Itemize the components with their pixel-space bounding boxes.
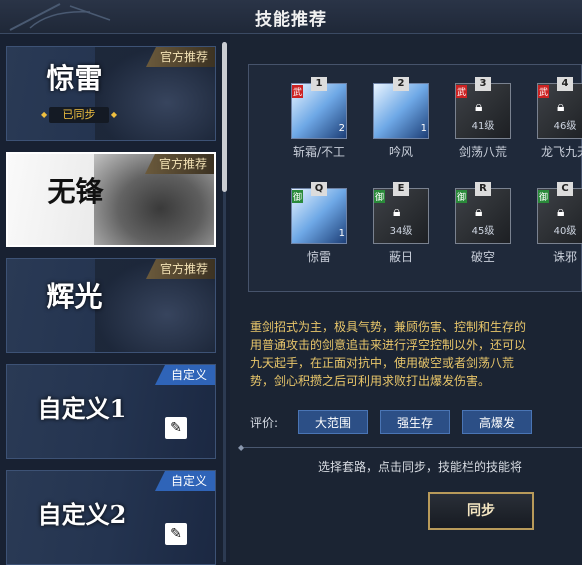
rating-label: 评价:	[250, 416, 279, 430]
custom-badge: 自定义	[154, 365, 215, 385]
skill-type-tag: 御	[292, 190, 304, 203]
routine-card-huiguang[interactable]: 官方推荐 辉光	[6, 258, 216, 353]
hotkey-label: E	[393, 182, 409, 196]
skill-name: 吟风	[388, 145, 413, 159]
sync-button[interactable]: 同步	[428, 492, 534, 530]
hotkey-label: 3	[475, 77, 491, 91]
skill-type-tag: 御	[456, 190, 468, 203]
routine-card-jinglei[interactable]: 官方推荐 惊雷 已同步	[6, 46, 216, 141]
skill-name: 龙飞九天	[540, 145, 582, 159]
unlock-level: 41级	[471, 121, 495, 132]
hotkey-label: C	[557, 182, 573, 196]
routine-name: 无锋	[47, 175, 104, 208]
unlock-level: 40级	[553, 226, 577, 237]
skill-slot-c[interactable]: C 御 🔒︎ 40级 诛邪	[535, 182, 582, 270]
hotkey-label: R	[475, 182, 491, 196]
custom-badge: 自定义	[154, 471, 215, 491]
skill-slot-3[interactable]: 3 武 🔒︎ 41级 剑荡八荒	[453, 77, 513, 165]
lock-icon: 🔒︎	[557, 204, 565, 220]
official-badge: 官方推荐	[145, 259, 215, 279]
synced-badge: 已同步	[41, 107, 117, 123]
skill-name: 惊雷	[306, 250, 331, 264]
hotkey-label: 2	[393, 77, 409, 91]
unlock-level: 34级	[389, 226, 413, 237]
routine-card-custom-1[interactable]: 自定义 自定义1 ✎	[6, 364, 216, 459]
skill-count: 1	[420, 123, 427, 134]
official-badge: 官方推荐	[145, 47, 215, 67]
skill-slot-1[interactable]: 1 武 2 斩霜/不工	[289, 77, 349, 165]
lock-icon: 🔒︎	[557, 99, 565, 115]
hotkey-label: 4	[557, 77, 573, 91]
unlock-level: 45级	[471, 226, 495, 237]
skill-slot-4[interactable]: 4 武 🔒︎ 46级 龙飞九天	[535, 77, 582, 165]
official-badge: 官方推荐	[144, 154, 214, 174]
routine-name: 自定义1	[37, 394, 127, 423]
skill-type-tag: 武	[538, 85, 550, 98]
skill-detail-panel: 1 武 2 斩霜/不工 2 1 吟风 3 武 🔒︎ 41级 剑荡八荒 4 武 🔒…	[238, 42, 582, 565]
skill-slot-q[interactable]: Q 御 1 惊雷	[289, 182, 349, 270]
hotkey-label: 1	[311, 77, 327, 91]
skill-type-tag: 武	[292, 85, 304, 98]
page-title: 技能推荐	[255, 10, 327, 30]
routine-name: 惊雷	[46, 62, 103, 95]
skill-type-tag: 御	[538, 190, 550, 203]
rating-tag: 强生存	[380, 410, 450, 434]
skill-type-tag: 御	[374, 190, 386, 203]
skill-count: 1	[338, 228, 345, 239]
sync-hint: 选择套路，点击同步，技能栏的技能将	[318, 460, 523, 474]
lock-icon: 🔒︎	[475, 204, 483, 220]
lock-icon: 🔒︎	[475, 99, 483, 115]
rating-tag: 大范围	[298, 410, 368, 434]
pencil-icon[interactable]: ✎	[165, 417, 187, 439]
skill-name: 剑荡八荒	[458, 145, 507, 159]
skill-slot-2[interactable]: 2 1 吟风	[371, 77, 431, 165]
skill-name: 诛邪	[552, 250, 577, 264]
rating-tag: 高爆发	[462, 410, 532, 434]
skill-name: 斩霜/不工	[292, 145, 346, 159]
routine-name: 辉光	[46, 280, 103, 313]
pencil-icon[interactable]: ✎	[165, 523, 187, 545]
scrollbar-thumb[interactable]	[222, 42, 227, 192]
hotkey-label: Q	[311, 182, 327, 196]
header: 技能推荐	[0, 0, 582, 34]
routine-description: 重剑招式为主，极具气势，兼顾伤害、控制和生存的 用普通攻击的剑意追击来进行浮空控…	[250, 320, 527, 388]
skill-slot-r[interactable]: R 御 🔒︎ 45级 破空	[453, 182, 513, 270]
lock-icon: 🔒︎	[393, 204, 401, 220]
skill-slot-e[interactable]: E 御 🔒︎ 34级 蔽日	[371, 182, 431, 270]
routine-card-wufeng[interactable]: 官方推荐 无锋	[6, 152, 216, 247]
routine-name: 自定义2	[37, 500, 127, 529]
divider	[244, 447, 582, 448]
skill-count: 2	[338, 123, 345, 134]
skill-type-tag: 武	[456, 85, 468, 98]
skill-name: 蔽日	[388, 250, 413, 264]
skill-grid: 1 武 2 斩霜/不工 2 1 吟风 3 武 🔒︎ 41级 剑荡八荒 4 武 🔒…	[248, 64, 582, 292]
routine-card-custom-2[interactable]: 自定义 自定义2 ✎	[6, 470, 216, 565]
skill-name: 破空	[470, 250, 495, 264]
unlock-level: 46级	[553, 121, 577, 132]
